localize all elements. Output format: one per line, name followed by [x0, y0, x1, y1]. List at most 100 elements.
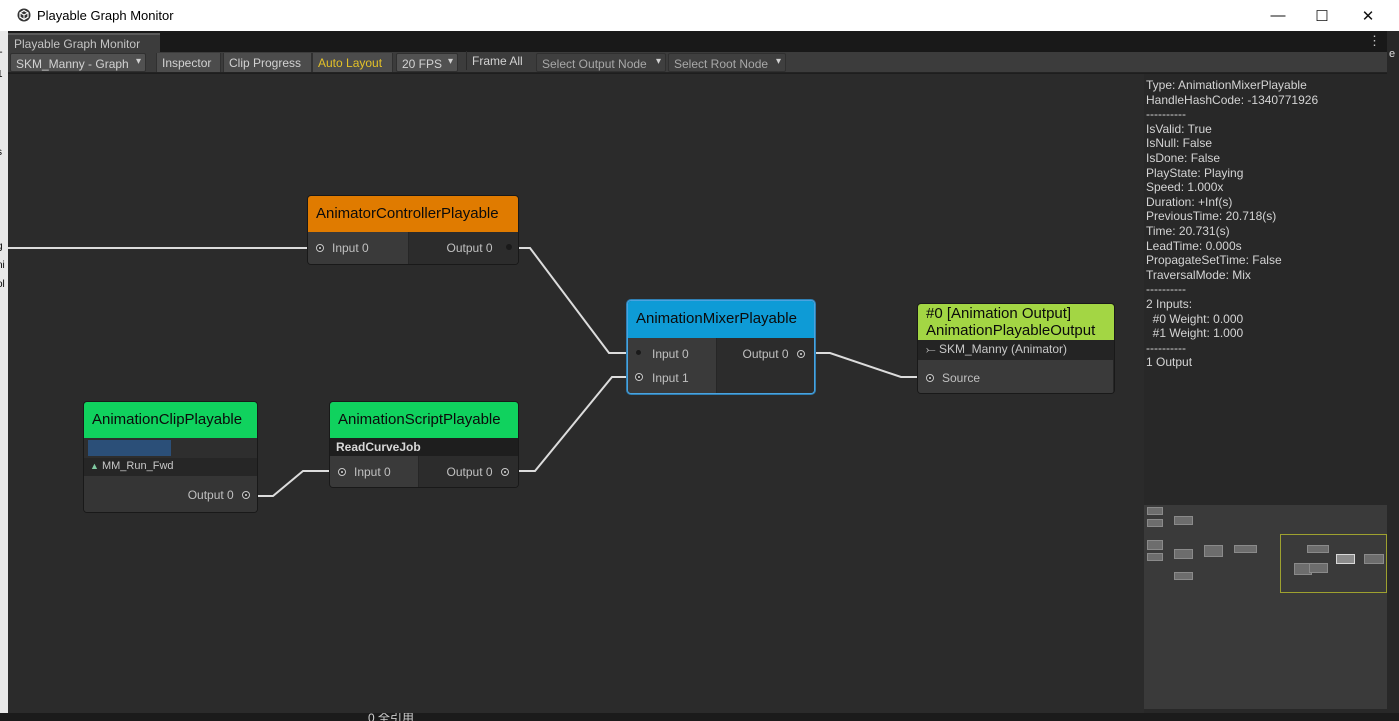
- minimap-node: [1234, 545, 1257, 553]
- node-title: AnimationMixerPlayable: [628, 301, 814, 338]
- bg-fragment: s: [0, 147, 2, 158]
- inspector-line: PreviousTime: 20.718(s): [1146, 209, 1277, 224]
- bg-fragment: 0 全引用: [368, 713, 415, 721]
- port-label: Source: [942, 371, 981, 385]
- node-title: AnimatorControllerPlayable: [308, 196, 518, 232]
- minimize-icon: —: [1270, 7, 1286, 24]
- output-port-icon[interactable]: [500, 468, 509, 476]
- port-label: Output 0: [187, 488, 234, 502]
- bg-fragment: ni: [0, 260, 5, 271]
- maximize-icon: ☐: [1315, 7, 1329, 25]
- edge-mixer-to-output: [806, 352, 925, 378]
- node-animation-playable-output[interactable]: #0 [Animation Output] AnimationPlayableO…: [917, 303, 1115, 394]
- minimap-node: [1147, 507, 1163, 515]
- inspector-line: 1 Output: [1146, 355, 1193, 370]
- minimap-node: [1147, 540, 1163, 550]
- output-target-label: SKM_Manny (Animator): [938, 342, 1067, 356]
- output-type-label: AnimationPlayableOutput: [926, 322, 1096, 339]
- output-port-icon[interactable]: [241, 491, 250, 499]
- output-port-icon[interactable]: [796, 350, 805, 358]
- edge-controller-to-mixer: [514, 247, 632, 354]
- close-icon: ✕: [1361, 7, 1375, 25]
- node-animation-script-playable[interactable]: AnimationScriptPlayable ReadCurveJob Inp…: [329, 401, 519, 488]
- tab-playable-graph-monitor[interactable]: Playable Graph Monitor: [8, 33, 160, 52]
- port-label: Input 1: [652, 371, 689, 385]
- inspector-line: IsNull: False: [1146, 136, 1213, 151]
- unity-logo-icon: [17, 8, 31, 22]
- port-label: Input 0: [652, 347, 689, 361]
- window-titlebar: Playable Graph Monitor — ☐ ✕: [0, 0, 1399, 31]
- output-target: ⤚ SKM_Manny (Animator): [918, 340, 1114, 360]
- more-options-icon[interactable]: ⋮: [1368, 33, 1381, 49]
- port-label: Input 0: [354, 465, 391, 479]
- bg-fragment: l-: [0, 47, 3, 58]
- inspector-line: ----------: [1146, 340, 1186, 355]
- background-window-bottom: 0 全引用: [0, 713, 1399, 721]
- inspector-line: Speed: 1.000x: [1146, 180, 1224, 195]
- node-animator-controller-playable[interactable]: AnimatorControllerPlayable Input 0 Outpu…: [307, 195, 519, 265]
- inspector-line: ----------: [1146, 107, 1186, 122]
- output-port-icon[interactable]: [505, 244, 512, 250]
- bg-fragment: ol: [0, 279, 5, 290]
- bg-fragment: e: [1389, 48, 1396, 60]
- background-window-right: e: [1387, 31, 1399, 721]
- background-window-left: l- 1 s g ni ol: [0, 31, 8, 721]
- toolbar: SKM_Manny - Graph Inspector Clip Progres…: [8, 51, 1387, 73]
- inspector-line: ----------: [1146, 282, 1186, 297]
- inspector-line: Time: 20.731(s): [1146, 223, 1230, 238]
- clip-progress-toggle[interactable]: Clip Progress: [223, 53, 312, 72]
- animation-clip-icon: ▲: [90, 461, 99, 471]
- select-root-node-dropdown[interactable]: Select Root Node: [668, 53, 786, 72]
- port-label: Input 0: [332, 241, 369, 255]
- maximize-button[interactable]: ☐: [1299, 0, 1345, 31]
- port-label: Output 0: [742, 347, 789, 361]
- minimap-node: [1204, 545, 1223, 557]
- fps-dropdown[interactable]: 20 FPS: [396, 53, 458, 72]
- input-port-icon[interactable]: [926, 374, 934, 382]
- inspector-line: IsValid: True: [1146, 121, 1212, 136]
- inspector-toggle[interactable]: Inspector: [156, 53, 221, 72]
- minimap-node: [1174, 572, 1193, 580]
- close-button[interactable]: ✕: [1345, 0, 1391, 31]
- inspector-line: 2 Inputs:: [1146, 296, 1193, 311]
- node-title: AnimationClipPlayable: [84, 402, 257, 438]
- minimap-node: [1147, 519, 1163, 527]
- inspector-line: Duration: +Inf(s): [1146, 194, 1233, 209]
- bg-fragment: 1: [0, 69, 3, 80]
- auto-layout-toggle[interactable]: Auto Layout: [312, 53, 393, 72]
- inspector-line: Type: AnimationMixerPlayable: [1146, 78, 1307, 92]
- select-output-node-dropdown[interactable]: Select Output Node: [536, 53, 666, 72]
- input-port-icon[interactable]: [338, 468, 346, 476]
- minimap[interactable]: [1144, 505, 1387, 709]
- clip-name: MM_Run_Fwd: [101, 460, 174, 472]
- inspector-line: LeadTime: 0.000s: [1146, 238, 1242, 253]
- input-port-icon[interactable]: [316, 244, 324, 252]
- port-label: Output 0: [446, 465, 493, 479]
- animator-icon: ⤚: [926, 342, 936, 356]
- inspector-line: #1 Weight: 1.000: [1146, 326, 1244, 341]
- minimap-node: [1174, 549, 1193, 559]
- edge-script-to-mixer: [519, 376, 636, 472]
- inspector-line: PlayState: Playing: [1146, 165, 1244, 180]
- input-port-icon[interactable]: [636, 350, 641, 355]
- input-port-icon[interactable]: [635, 373, 643, 381]
- edge-clip-to-script: [252, 470, 335, 497]
- minimap-node: [1174, 516, 1193, 525]
- clip-progress-bar: [84, 438, 257, 458]
- job-name: ReadCurveJob: [330, 438, 518, 456]
- inspector-line: #0 Weight: 0.000: [1146, 311, 1244, 326]
- minimap-viewport[interactable]: [1280, 534, 1387, 593]
- node-animation-clip-playable[interactable]: AnimationClipPlayable ▲ MM_Run_Fwd Outpu…: [83, 401, 258, 513]
- node-animation-mixer-playable[interactable]: AnimationMixerPlayable Input 0 Input 1 O…: [627, 300, 815, 394]
- node-title: #0 [Animation Output] AnimationPlayableO…: [918, 304, 1114, 340]
- output-index-label: #0 [Animation Output]: [926, 305, 1072, 322]
- minimap-node: [1147, 553, 1163, 561]
- minimize-button[interactable]: —: [1255, 0, 1301, 31]
- inspector-line: TraversalMode: Mix: [1146, 267, 1251, 282]
- inspector-properties: Type: AnimationMixerPlayable HandleHashCo…: [1144, 78, 1318, 370]
- graph-canvas[interactable]: AnimatorControllerPlayable Input 0 Outpu…: [8, 74, 1144, 713]
- app-root: Playable Graph Monitor — ☐ ✕ l- 1 s g ni…: [0, 0, 1399, 721]
- bg-fragment: g: [0, 241, 3, 252]
- graph-select-dropdown[interactable]: SKM_Manny - Graph: [10, 53, 146, 72]
- frame-all-button[interactable]: Frame All: [466, 51, 534, 70]
